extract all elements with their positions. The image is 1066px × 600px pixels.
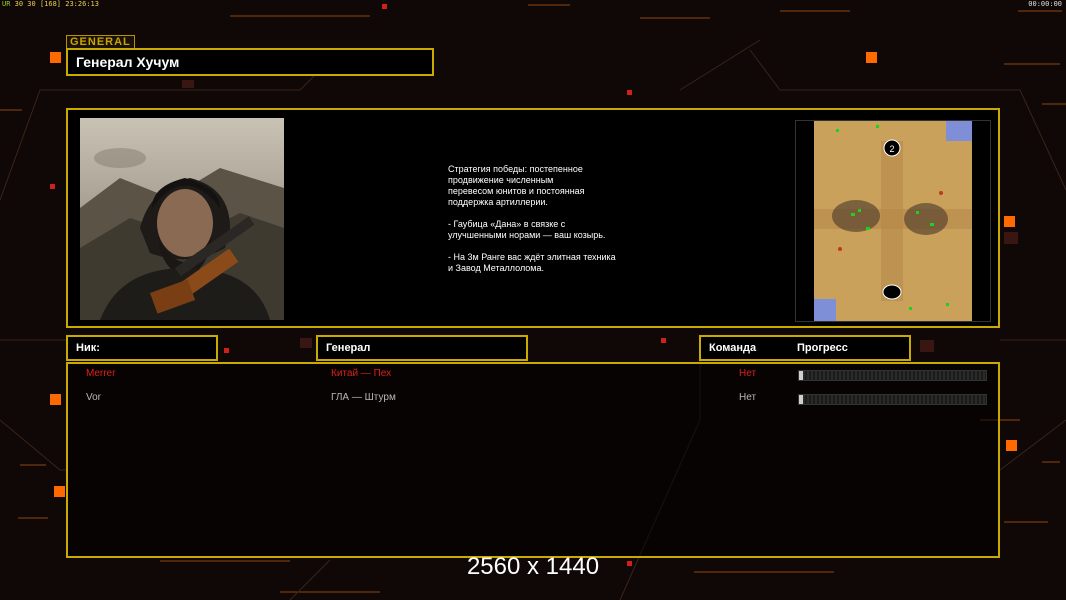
column-nick: Ник: (66, 335, 218, 361)
map-preview[interactable]: 2 (795, 120, 991, 322)
start-slot-label: 2 (889, 144, 894, 154)
column-team-progress: Команда Прогресс (699, 335, 911, 361)
players-panel: Merrer Китай — Пех Нет Vor ГЛА — Штурм Н… (66, 362, 1000, 558)
general-name: Генерал Хучум (66, 48, 434, 76)
column-team: Команда (709, 342, 757, 354)
fps-values: 30 30 (14, 0, 36, 8)
fps-prefix: UR (2, 0, 11, 8)
player-nick: Vor (86, 392, 102, 403)
progress-fill (799, 371, 803, 380)
strategy-description: Стратегия победы: постепенное продвижени… (448, 164, 616, 273)
player-row: Merrer Китай — Пех Нет (68, 368, 998, 382)
progress-fill (799, 395, 803, 404)
fps-overlay: UR 30 30 [168] 23:26:13 (2, 0, 99, 8)
clock: 23:26:13 (65, 0, 99, 8)
fps-bracket: [168] (39, 0, 62, 8)
column-general: Генерал (316, 335, 528, 361)
player-progress-bar (798, 394, 987, 405)
column-progress: Прогресс (797, 342, 848, 354)
general-info-panel: Стратегия победы: постепенное продвижени… (66, 108, 1000, 328)
player-general: Китай — Пех (331, 368, 392, 379)
player-nick: Merrer (86, 368, 116, 379)
player-general: ГЛА — Штурм (331, 392, 396, 403)
player-team: Нет (739, 368, 757, 379)
resolution-watermark: 2560 x 1440 (466, 553, 600, 580)
game-timer: 00:00:00 (1028, 0, 1062, 8)
player-row: Vor ГЛА — Штурм Нет (68, 392, 998, 406)
general-tag: GENERAL (66, 35, 135, 49)
player-progress-bar (798, 370, 987, 381)
general-portrait (80, 118, 284, 320)
player-team: Нет (739, 392, 757, 403)
